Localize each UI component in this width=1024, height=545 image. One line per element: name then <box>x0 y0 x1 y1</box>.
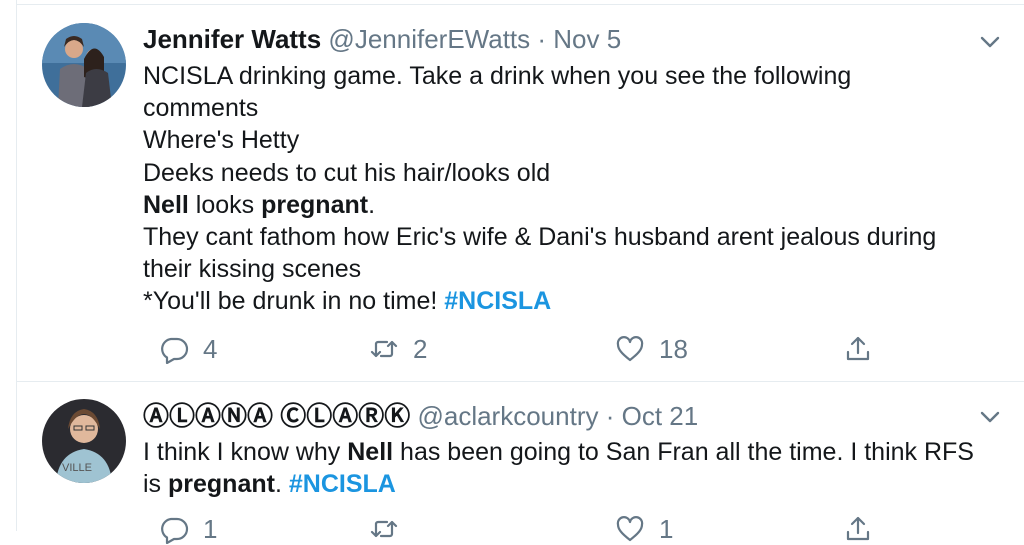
share-icon <box>846 336 870 361</box>
like-count: 18 <box>659 333 688 364</box>
reply-count: 4 <box>203 333 218 364</box>
hashtag-link[interactable]: #NCISLA <box>289 470 396 498</box>
like-icon <box>616 336 644 362</box>
text-fragment: looks <box>188 190 262 219</box>
tweet-text-line: I think I know why Nell has been going t… <box>143 436 1005 468</box>
bold-keyword: pregnant <box>261 190 369 219</box>
avatar[interactable] <box>42 23 126 107</box>
tweet-text: I think I know why Nell has been going t… <box>143 436 1005 500</box>
tweet-date[interactable]: Nov 5 <box>553 24 621 54</box>
hashtag-link[interactable]: #NCISLA <box>444 287 551 315</box>
tweet-header: Jennifer Watts @JenniferEWatts · Nov 5 <box>143 23 965 55</box>
chevron-down-icon[interactable] <box>977 404 1003 430</box>
tweet-header: ⒶⓁⒶⓃⒶ ⒸⓁⒶⓇⓀ @aclarkcountry · Oct 21 <box>143 400 965 432</box>
reply-icon <box>161 337 189 364</box>
tweet-text-line: Nell looks pregnant. <box>143 189 1005 221</box>
tweet[interactable]: VILLE ⒶⓁⒶⓃⒶ ⒸⓁⒶⓇⓀ @aclarkcountry · Oct 2… <box>17 382 1024 544</box>
retweet-button[interactable]: 2 <box>369 333 427 365</box>
separator-dot: · <box>537 24 547 54</box>
text-fragment: I think I know why <box>143 438 348 466</box>
reply-count: 1 <box>203 513 218 544</box>
display-name[interactable]: Jennifer Watts <box>143 24 321 54</box>
like-count: 1 <box>659 513 674 544</box>
retweet-icon <box>370 340 398 358</box>
user-handle[interactable]: @JenniferEWatts <box>328 24 530 54</box>
retweet-icon <box>370 520 398 538</box>
tweet[interactable]: Jennifer Watts @JenniferEWatts · Nov 5 N… <box>17 5 1024 382</box>
user-handle[interactable]: @aclarkcountry <box>417 401 598 431</box>
tweet-text-line: Where's Hetty <box>143 126 300 155</box>
reply-button[interactable]: 4 <box>159 333 217 365</box>
reply-button[interactable]: 1 <box>159 513 217 545</box>
like-icon <box>616 516 644 542</box>
share-button[interactable] <box>843 333 887 365</box>
tweet-text: NCISLA drinking game. Take a drink when … <box>143 60 1005 318</box>
retweet-button[interactable] <box>369 513 413 545</box>
display-name[interactable]: ⒶⓁⒶⓃⒶ ⒸⓁⒶⓇⓀ <box>143 401 410 431</box>
retweet-count: 2 <box>413 333 428 364</box>
tweet-text-line: Deeks needs to cut his hair/looks old <box>143 158 551 187</box>
bold-keyword: Nell <box>143 190 189 219</box>
share-button[interactable] <box>843 513 887 545</box>
tweet-text-line: *You'll be drunk in no time! #NCISLA <box>143 285 1005 317</box>
tweet-date[interactable]: Oct 21 <box>622 401 699 431</box>
text-fragment: . <box>368 190 376 219</box>
like-button[interactable]: 18 <box>615 333 688 365</box>
tweet-text-line: their kissing scenes <box>143 255 362 284</box>
avatar[interactable]: VILLE <box>42 399 126 483</box>
tweet-actions: 1 1 <box>143 513 1024 545</box>
text-fragment: *You'll be drunk in no time! <box>143 287 445 316</box>
tweet-text-line: is pregnant. #NCISLA <box>143 468 1005 500</box>
share-icon <box>846 516 870 541</box>
tweet-text-line: They cant fathom how Eric's wife & Dani'… <box>143 223 937 252</box>
like-button[interactable]: 1 <box>615 513 673 545</box>
tweet-text-line: comments <box>143 94 259 123</box>
bold-keyword: pregnant <box>168 470 275 499</box>
bold-keyword: Nell <box>347 438 394 466</box>
separator-dot: · <box>605 401 615 431</box>
text-fragment: is <box>143 470 168 499</box>
chevron-down-icon[interactable] <box>977 29 1003 55</box>
tweet-actions: 4 2 18 <box>143 333 1024 365</box>
timeline-feed: Jennifer Watts @JenniferEWatts · Nov 5 N… <box>16 0 1024 544</box>
svg-text:VILLE: VILLE <box>62 462 92 474</box>
text-fragment: . <box>274 470 289 499</box>
tweet-text-line: NCISLA drinking game. Take a drink when … <box>143 62 852 90</box>
text-fragment: has been going to San Fran all the time.… <box>393 438 974 466</box>
reply-icon <box>161 517 189 544</box>
